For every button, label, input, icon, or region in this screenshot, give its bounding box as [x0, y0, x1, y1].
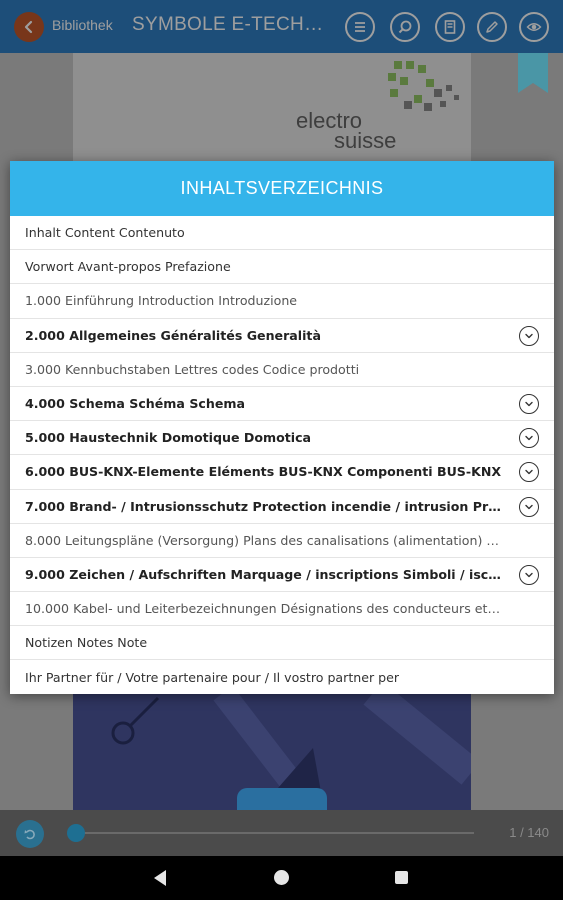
nav-recents-icon[interactable] — [395, 871, 408, 884]
nav-back-icon[interactable] — [154, 870, 166, 886]
logo-line-2: suisse — [334, 128, 397, 153]
toc-item[interactable]: 10.000 Kabel- und Leiterbezeichnungen Dé… — [10, 592, 554, 627]
undo-button[interactable] — [16, 820, 44, 848]
toc-item[interactable]: 1.000 Einführung Introduction Introduzio… — [10, 284, 554, 319]
chevron-down-icon[interactable] — [519, 325, 539, 346]
chevron-down-icon[interactable] — [519, 564, 539, 585]
toc-item[interactable]: 9.000 Zeichen / Aufschriften Marquage / … — [10, 558, 554, 593]
toc-item-label: 10.000 Kabel- und Leiterbezeichnungen Dé… — [25, 601, 504, 617]
toc-list: Inhalt Content Contenuto Vorwort Avant-pr… — [10, 216, 554, 695]
chevron-down-icon[interactable] — [519, 393, 539, 414]
page-slider-track[interactable] — [72, 832, 474, 834]
toc-item-label: Inhalt Content Contenuto — [25, 225, 185, 241]
logo-dots-icon — [388, 61, 459, 111]
toc-item-label: 5.000 Haustechnik Domotique Domotica — [25, 430, 312, 446]
undo-icon — [24, 829, 35, 840]
page-slider-thumb[interactable] — [67, 824, 85, 842]
toc-dialog-header: INHALTSVERZEICHNIS — [10, 161, 554, 216]
chevron-down-icon[interactable] — [519, 428, 539, 449]
toc-item-label: 9.000 Zeichen / Aufschriften Marquage / … — [25, 566, 504, 582]
toc-dialog: INHALTSVERZEICHNIS Inhalt Content Conten… — [10, 161, 554, 694]
toc-item-label: 3.000 Kennbuchstaben Lettres codes Codic… — [25, 361, 360, 377]
toc-item[interactable]: 5.000 Haustechnik Domotique Domotica — [10, 421, 554, 456]
chevron-down-icon[interactable] — [519, 496, 539, 517]
toc-item[interactable]: Inhalt Content Contenuto — [10, 216, 554, 251]
toc-item-label: 2.000 Allgemeines Généralités Generalità — [25, 327, 321, 343]
toc-item-label: 1.000 Einführung Introduction Introduzio… — [25, 293, 298, 309]
floating-action-tab[interactable] — [237, 788, 327, 812]
appbar-scrim — [0, 0, 563, 53]
toc-item[interactable]: Vorwort Avant-propos Prefazione — [10, 250, 554, 285]
toc-item-label: 4.000 Schema Schéma Schema — [25, 396, 245, 412]
toc-item[interactable]: 2.000 Allgemeines Généralités Generalità — [10, 319, 554, 353]
toc-item[interactable]: 8.000 Leitungspläne (Versorgung) Plans d… — [10, 524, 554, 558]
bookmark-icon[interactable] — [518, 53, 548, 93]
toc-item[interactable]: Notizen Notes Note — [10, 626, 554, 661]
app-bar: Bibliothek SYMBOLE E-TECHNIK,... — [0, 0, 563, 53]
toc-item[interactable]: 6.000 BUS-KNX-Elemente Eléments BUS-KNX … — [10, 455, 554, 490]
toc-item-label: Vorwort Avant-propos Prefazione — [25, 259, 231, 275]
toc-item-label: Ihr Partner für / Votre partenaire pour … — [25, 670, 400, 686]
page-counter: 1 / 140 — [509, 825, 549, 840]
toc-dialog-title: INHALTSVERZEICHNIS — [180, 178, 384, 198]
toc-item[interactable]: Ihr Partner für / Votre partenaire pour … — [10, 660, 554, 694]
toc-item-label: 6.000 BUS-KNX-Elemente Eléments BUS-KNX … — [25, 464, 502, 480]
nav-home-icon[interactable] — [274, 870, 289, 885]
page-navigation-bar: 1 / 140 — [0, 810, 563, 856]
chevron-down-icon[interactable] — [519, 462, 539, 483]
toc-item-label: 7.000 Brand- / Intrusionsschutz Protecti… — [25, 498, 504, 514]
toc-item-label: 8.000 Leitungspläne (Versorgung) Plans d… — [25, 532, 504, 548]
toc-item-label: Notizen Notes Note — [25, 635, 148, 651]
system-nav-bar — [0, 856, 563, 900]
toc-item[interactable]: 4.000 Schema Schéma Schema — [10, 387, 554, 422]
toc-item[interactable]: 7.000 Brand- / Intrusionsschutz Protecti… — [10, 490, 554, 524]
toc-item[interactable]: 3.000 Kennbuchstaben Lettres codes Codic… — [10, 353, 554, 387]
